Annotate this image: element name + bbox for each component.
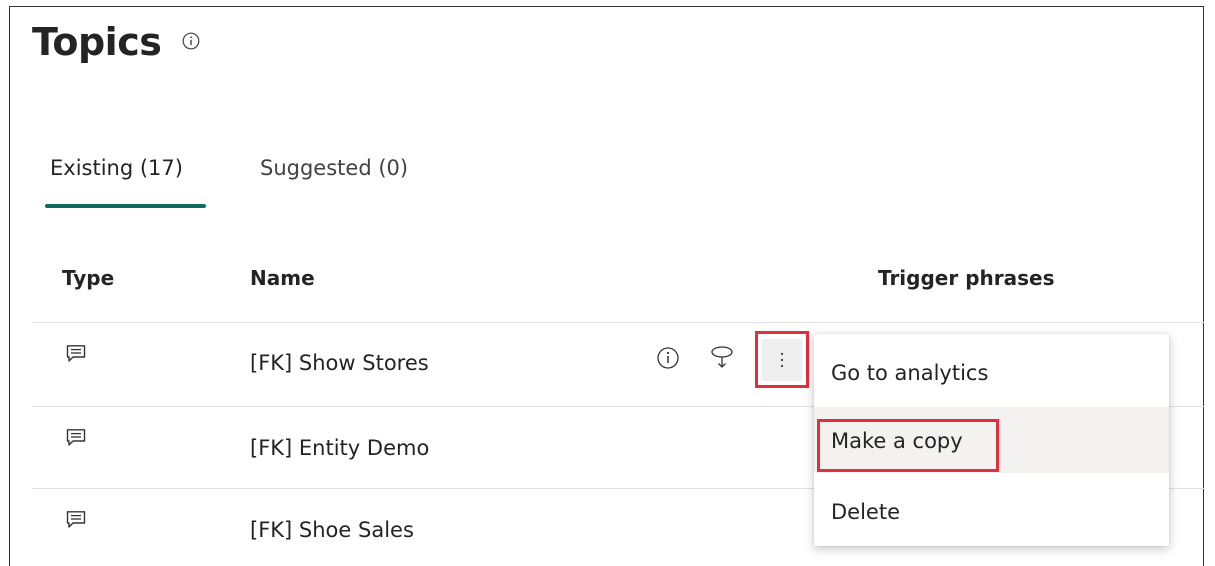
info-icon[interactable] xyxy=(181,31,200,50)
column-header-name[interactable]: Name xyxy=(250,266,315,290)
topic-name[interactable]: [FK] Shoe Sales xyxy=(250,518,414,542)
chat-topic-icon xyxy=(64,343,88,365)
more-options-icon xyxy=(762,338,802,381)
column-header-trigger-phrases[interactable]: Trigger phrases xyxy=(878,266,1054,290)
menu-item-label: Delete xyxy=(831,500,900,524)
menu-item-delete[interactable]: Delete xyxy=(814,474,1169,540)
tab-suggested[interactable]: Suggested (0) xyxy=(260,156,408,180)
chat-topic-icon xyxy=(64,427,88,449)
column-header-type[interactable]: Type xyxy=(62,266,114,290)
topic-name[interactable]: [FK] Entity Demo xyxy=(250,436,429,460)
selected-tab-indicator xyxy=(45,204,206,208)
row-divider xyxy=(32,322,1204,323)
menu-item-label: Go to analytics xyxy=(831,361,989,385)
test-icon[interactable] xyxy=(708,344,736,372)
more-options-button[interactable] xyxy=(755,331,809,388)
topic-name[interactable]: [FK] Show Stores xyxy=(250,351,429,375)
menu-item-go-to-analytics[interactable]: Go to analytics xyxy=(814,340,1169,406)
chat-topic-icon xyxy=(64,509,88,531)
info-icon[interactable] xyxy=(654,344,682,372)
page-title: Topics xyxy=(32,20,162,64)
tab-existing[interactable]: Existing (17) xyxy=(50,156,183,180)
highlight-box xyxy=(817,419,999,472)
